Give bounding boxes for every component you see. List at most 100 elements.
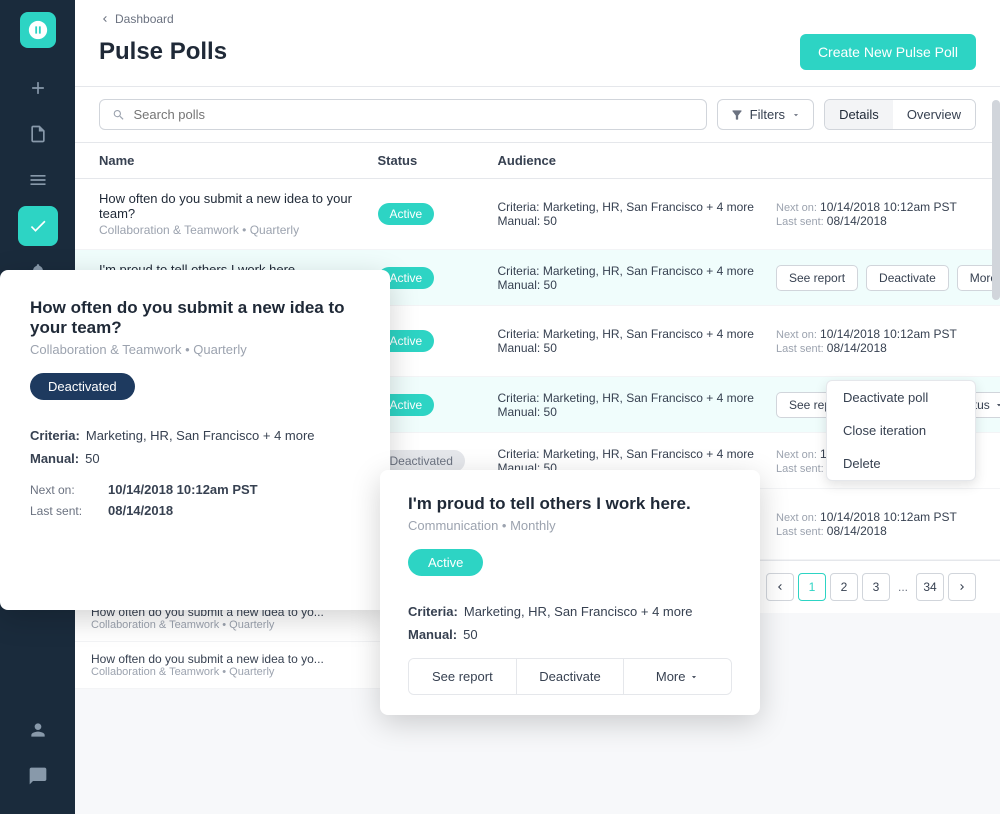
last-sent-value: 08/14/2018 (827, 341, 887, 355)
breadcrumb: Dashboard (99, 12, 976, 26)
last-sent-label: Last sent: 08/14/2018 (776, 524, 976, 538)
prev-page-button[interactable] (766, 573, 794, 601)
active-badge: Active (408, 549, 483, 576)
audience-cell: Criteria: Marketing, HR, San Francisco +… (498, 391, 777, 419)
audience-text: Criteria: Marketing, HR, San Francisco +… (498, 447, 777, 461)
manual-value-2: 50 (463, 627, 477, 642)
poll-name: How often do you submit a new idea to yo… (99, 191, 378, 221)
next-on-label: Next on: 10/14/2018 10:12am PST (776, 327, 976, 341)
poll-detail-card-1: How often do you submit a new idea to yo… (0, 270, 390, 610)
page-1-button[interactable]: 1 (798, 573, 826, 601)
manual-label-2: Manual: (408, 627, 457, 642)
status-cell: Deactivated (378, 450, 498, 472)
breadcrumb-text: Dashboard (115, 12, 174, 26)
pagination: 1 2 3 ... 34 (766, 573, 976, 601)
view-details-button[interactable]: Details (825, 100, 893, 129)
manual-row-2: Manual: 50 (408, 627, 732, 642)
create-new-poll-button[interactable]: Create New Pulse Poll (800, 34, 976, 70)
criteria-label-2: Criteria: (408, 604, 458, 619)
card-poll-name-2: I'm proud to tell others I work here. (408, 494, 732, 514)
next-on-row: Next on: 10/14/2018 10:12am PST (30, 482, 360, 497)
poll-name-cell: How often do you submit a new idea to yo… (99, 191, 378, 237)
manual-text: Manual: 50 (498, 214, 777, 228)
sidebar-item-chat[interactable] (18, 756, 58, 796)
page-34-button[interactable]: 34 (916, 573, 944, 601)
dropdown-deactivate-poll[interactable]: Deactivate poll (827, 381, 975, 414)
next-page-button[interactable] (948, 573, 976, 601)
sidebar-item-settings[interactable] (18, 160, 58, 200)
status-cell: Active (378, 267, 498, 289)
dropdown-delete[interactable]: Delete (827, 447, 975, 480)
next-on-value: 10/14/2018 10:12am PST (820, 327, 957, 341)
next-on-label: Next on: 10/14/2018 10:12am PST (776, 510, 976, 524)
status-badge: Deactivated (378, 450, 465, 472)
search-input[interactable] (133, 107, 693, 122)
chevron-down-icon (791, 110, 801, 120)
col-header-name: Name (99, 153, 378, 168)
last-sent-value: 08/14/2018 (827, 214, 887, 228)
chevron-down-icon (994, 400, 1000, 410)
table-row: How often do you submit a new idea to yo… (75, 179, 1000, 250)
sidebar-bottom (18, 710, 58, 802)
status-cell: Active (378, 330, 498, 352)
manual-row: Manual: 50 (30, 451, 360, 466)
next-on-value: 10/14/2018 10:12am PST (108, 482, 258, 497)
card-more-button[interactable]: More (624, 659, 731, 694)
card-poll-name: How often do you submit a new idea to yo… (30, 298, 360, 338)
table-header: Name Status Audience (75, 143, 1000, 179)
criteria-value: Marketing, HR, San Francisco + 4 more (86, 428, 315, 443)
manual-text: Manual: 50 (498, 405, 777, 419)
dropdown-close-iteration[interactable]: Close iteration (827, 414, 975, 447)
app-logo[interactable] (20, 12, 56, 48)
page-3-button[interactable]: 3 (862, 573, 890, 601)
next-on-label: Next on: (30, 483, 100, 497)
card-see-report-button[interactable]: See report (409, 659, 517, 694)
last-sent-label: Last sent: 08/14/2018 (776, 214, 976, 228)
sidebar-item-profile[interactable] (18, 710, 58, 750)
page-2-button[interactable]: 2 (830, 573, 858, 601)
last-sent-label: Last sent: (30, 504, 100, 518)
view-toggle: Details Overview (824, 99, 976, 130)
view-overview-button[interactable]: Overview (893, 100, 975, 129)
audience-text: Criteria: Marketing, HR, San Francisco +… (498, 391, 777, 405)
manual-label: Manual: (30, 451, 79, 466)
last-sent-label: Last sent: 08/14/2018 (776, 341, 976, 355)
next-on-value: 10/14/2018 10:12am PST (820, 510, 957, 524)
filters-button[interactable]: Filters (717, 99, 814, 130)
search-box[interactable] (99, 99, 707, 130)
card-deactivate-button[interactable]: Deactivate (517, 659, 625, 694)
see-report-button[interactable]: See report (776, 265, 858, 291)
filters-label: Filters (750, 107, 785, 122)
audience-cell: Criteria: Marketing, HR, San Francisco +… (498, 327, 777, 355)
action-cell: See report Deactivate More (776, 265, 976, 291)
bg-row-meta: Collaboration & Teamwork • Quarterly (91, 666, 366, 678)
manual-value: 50 (85, 451, 99, 466)
card-actions: See report Deactivate More (408, 658, 732, 695)
audience-text: Criteria: Marketing, HR, San Francisco +… (498, 200, 777, 214)
dropdown-menu: Deactivate poll Close iteration Delete (826, 380, 976, 481)
page-dots: ... (894, 580, 912, 594)
page-title: Pulse Polls (99, 38, 227, 66)
sidebar-item-documents[interactable] (18, 114, 58, 154)
criteria-row-2: Criteria: Marketing, HR, San Francisco +… (408, 604, 732, 619)
deactivate-button[interactable]: Deactivate (866, 265, 949, 291)
bg-row-meta: Collaboration & Teamwork • Quarterly (91, 619, 366, 631)
schedule-cell: Next on: 10/14/2018 10:12am PST Last sen… (776, 327, 976, 355)
last-sent-row: Last sent: 08/14/2018 (30, 503, 360, 518)
sidebar-item-upload[interactable] (18, 68, 58, 108)
status-cell: Active (378, 394, 498, 416)
scrollbar[interactable] (992, 100, 1000, 300)
toolbar: Filters Details Overview (75, 87, 1000, 143)
poll-detail-card-2: I'm proud to tell others I work here. Co… (380, 470, 760, 715)
manual-text: Manual: 50 (498, 278, 777, 292)
row-actions: See report Deactivate More (776, 265, 976, 291)
chevron-down-icon (689, 672, 699, 682)
sidebar-item-polls[interactable] (18, 206, 58, 246)
last-sent-value: 08/14/2018 (827, 524, 887, 538)
poll-meta: Collaboration & Teamwork • Quarterly (99, 223, 378, 237)
schedule-cell: Next on: 10/14/2018 10:12am PST Last sen… (776, 510, 976, 538)
deactivated-badge: Deactivated (30, 373, 135, 400)
status-cell: Active (378, 203, 498, 225)
last-sent-value: 08/14/2018 (108, 503, 173, 518)
header-title-row: Pulse Polls Create New Pulse Poll (99, 34, 976, 86)
